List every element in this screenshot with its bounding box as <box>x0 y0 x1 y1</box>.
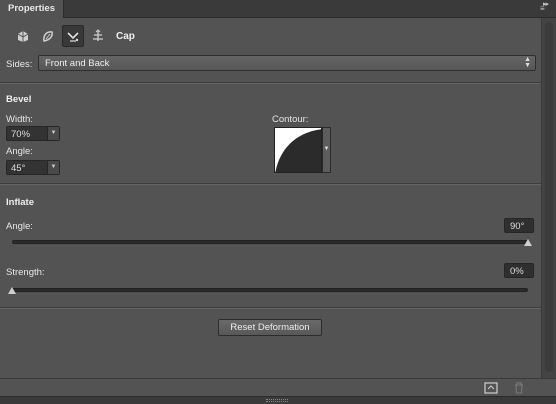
scrollbar-track[interactable] <box>545 22 553 372</box>
panel-scrollbar[interactable] <box>541 18 556 378</box>
bevel-angle-field[interactable]: 45° ▼ <box>6 160 60 175</box>
inflate-strength-value-field[interactable]: 0% <box>504 263 534 278</box>
section-divider <box>0 82 541 84</box>
inflate-angle-value-field[interactable]: 90° <box>504 218 534 233</box>
panel-footer <box>0 378 556 396</box>
inflate-angle-label: Angle: <box>6 221 33 232</box>
mesh-tool-button[interactable] <box>12 25 34 47</box>
inflate-section-title: Inflate <box>6 197 34 208</box>
reset-deformation-button[interactable]: Reset Deformation <box>218 319 322 336</box>
bevel-angle-value: 45° <box>11 163 26 174</box>
clip-to-layer-icon[interactable] <box>484 382 498 394</box>
bevel-angle-label: Angle: <box>6 146 33 157</box>
deform-tool-button[interactable] <box>37 25 59 47</box>
contour-dropdown-button[interactable]: ▼ <box>322 127 331 173</box>
bevel-width-value: 70% <box>11 129 31 140</box>
inflate-angle-slider[interactable] <box>12 240 528 244</box>
sides-label: Sides: <box>6 59 33 70</box>
properties-toolbar: Cap <box>12 25 135 47</box>
inflate-strength-slider[interactable] <box>12 288 528 292</box>
bevel-section-title: Bevel <box>6 94 32 105</box>
resize-grip-icon[interactable] <box>266 399 288 402</box>
coordinates-icon <box>93 29 103 41</box>
chevron-down-icon: ▼ <box>47 161 59 174</box>
contour-curve-icon <box>275 129 321 172</box>
cap-tool-button[interactable] <box>62 25 84 47</box>
section-divider <box>0 183 541 185</box>
bevel-width-field[interactable]: 70% ▼ <box>6 126 60 141</box>
coordinates-tool-button[interactable] <box>87 25 109 47</box>
properties-panel: Cap Sides: Front and Back ▲ ▼ Bevel Width… <box>0 18 541 378</box>
panel-menu-icon: ≡ <box>539 4 545 13</box>
trash-icon[interactable] <box>512 382 526 394</box>
sides-select[interactable]: Front and Back ▲ ▼ <box>38 55 536 71</box>
contour-preview[interactable] <box>274 127 322 173</box>
inflate-angle-value: 90° <box>510 221 525 232</box>
panel-resize-strip[interactable] <box>0 396 556 404</box>
properties-tab[interactable]: Properties <box>0 0 64 18</box>
contour-label: Contour: <box>272 114 309 125</box>
inflate-strength-slider-thumb[interactable] <box>8 287 16 294</box>
mesh-icon <box>17 31 29 42</box>
select-updown-icon: ▲ ▼ <box>524 56 531 69</box>
inflate-angle-slider-thumb[interactable] <box>524 239 532 246</box>
inflate-strength-label: Strength: <box>6 267 45 278</box>
chevron-down-icon: ▼ <box>47 127 59 140</box>
bevel-width-label: Width: <box>6 114 33 125</box>
panel-tab-bar: Properties ▸▸ ≡ <box>0 0 556 18</box>
section-divider <box>0 307 541 309</box>
sides-select-value: Front and Back <box>45 58 110 69</box>
active-tool-label: Cap <box>116 30 135 42</box>
cap-icon <box>67 32 79 42</box>
inflate-strength-value: 0% <box>510 266 524 277</box>
deform-icon <box>43 31 53 42</box>
panel-menu-button[interactable]: ▸▸ ≡ <box>539 1 549 13</box>
